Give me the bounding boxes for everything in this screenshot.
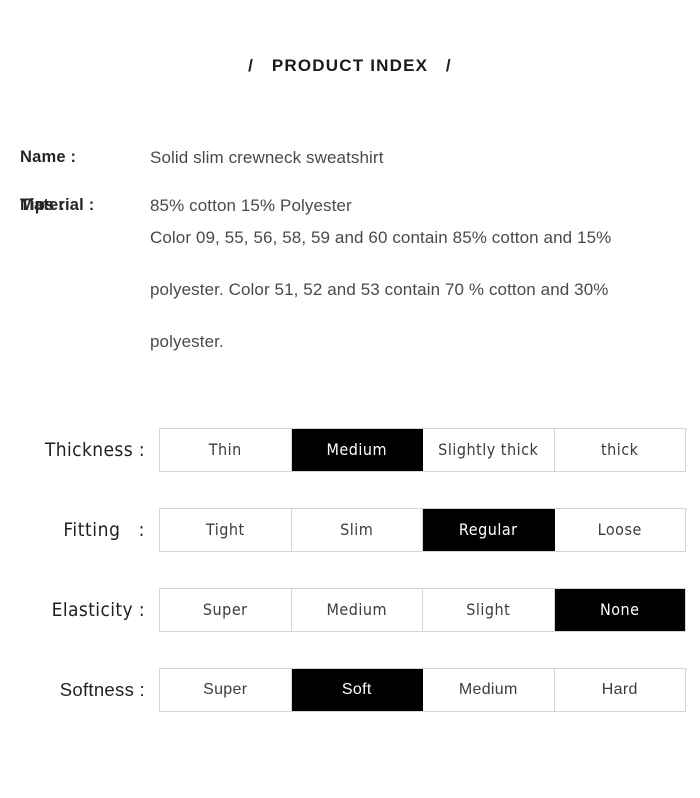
attribute-row-fitting: Fitting : Tight Slim Regular Loose: [0, 508, 700, 552]
option-group-thickness: Thin Medium Slightly thick thick: [159, 428, 686, 472]
option-fitting-loose[interactable]: Loose: [554, 509, 685, 551]
option-group-fitting: Tight Slim Regular Loose: [159, 508, 686, 552]
attribute-selector-group: Thickness : Thin Medium Slightly thick t…: [0, 428, 700, 748]
attribute-label-elasticity: Elasticity :: [51, 599, 145, 621]
spec-row-tips: Tips : Color 09, 55, 56, 58, 59 and 60 c…: [0, 196, 700, 368]
attribute-label-thickness: Thickness :: [44, 439, 145, 461]
option-fitting-regular[interactable]: Regular: [423, 509, 555, 551]
option-softness-super[interactable]: Super: [160, 669, 292, 711]
attribute-row-softness: Softness : Super Soft Medium Hard: [0, 668, 700, 712]
spec-label-name: Name :: [20, 148, 77, 166]
product-spec-list: Name : Solid slim crewneck sweatshirt Ma…: [0, 148, 700, 392]
attribute-row-elasticity: Elasticity : Super Medium Slight None: [0, 588, 700, 632]
option-elasticity-slight[interactable]: Slight: [423, 589, 555, 631]
option-fitting-slim[interactable]: Slim: [291, 509, 423, 551]
spec-row-name: Name : Solid slim crewneck sweatshirt: [0, 148, 700, 168]
option-elasticity-none[interactable]: None: [554, 589, 685, 631]
option-softness-medium[interactable]: Medium: [423, 669, 555, 711]
option-elasticity-medium[interactable]: Medium: [291, 589, 423, 631]
attribute-label-softness: Softness :: [59, 679, 145, 700]
option-softness-hard[interactable]: Hard: [554, 669, 685, 711]
option-group-softness: Super Soft Medium Hard: [159, 668, 686, 712]
option-softness-soft[interactable]: Soft: [291, 669, 423, 711]
option-thickness-thin[interactable]: Thin: [160, 429, 292, 471]
attribute-label-fitting: Fitting :: [63, 519, 145, 541]
attribute-row-thickness: Thickness : Thin Medium Slightly thick t…: [0, 428, 700, 472]
spec-value-tips: Color 09, 55, 56, 58, 59 and 60 contain …: [150, 228, 612, 351]
spec-label-tips: Tips :: [20, 196, 65, 214]
option-thickness-medium[interactable]: Medium: [291, 429, 423, 471]
spec-value-name: Solid slim crewneck sweatshirt: [150, 148, 384, 167]
page-title: / PRODUCT INDEX /: [248, 56, 452, 75]
option-group-elasticity: Super Medium Slight None: [159, 588, 686, 632]
option-elasticity-super[interactable]: Super: [160, 589, 292, 631]
option-thickness-thick[interactable]: thick: [554, 429, 685, 471]
option-thickness-slightly-thick[interactable]: Slightly thick: [423, 429, 555, 471]
option-fitting-tight[interactable]: Tight: [160, 509, 292, 551]
